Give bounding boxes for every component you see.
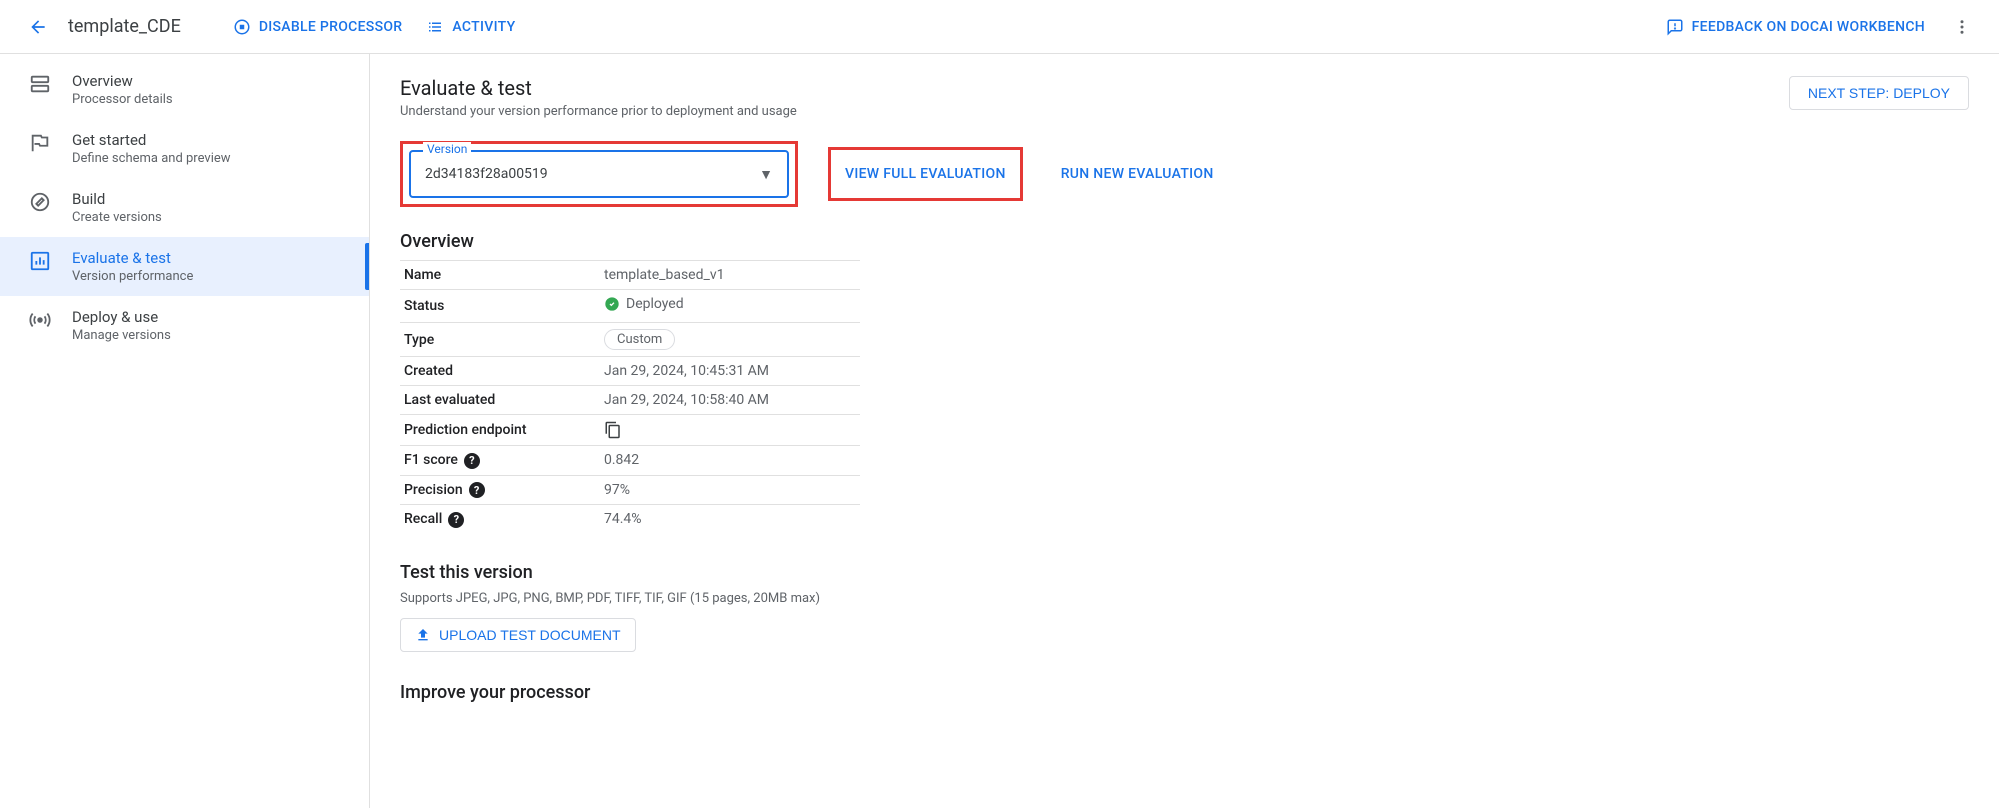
activity-button[interactable]: ACTIVITY — [414, 10, 527, 44]
sidebar-item-sub: Version performance — [72, 269, 193, 284]
version-highlight: Version 2d34183f28a00519 ▼ — [400, 141, 798, 207]
table-row: Recall? 74.4% — [400, 505, 860, 534]
next-step-button[interactable]: NEXT STEP: DEPLOY — [1789, 76, 1969, 110]
sidebar-item-sub: Define schema and preview — [72, 151, 231, 166]
broadcast-icon — [28, 308, 52, 332]
sidebar-item-build[interactable]: Build Create versions — [0, 178, 369, 237]
sidebar-item-label: Build — [72, 190, 162, 208]
more-menu-button[interactable] — [1945, 10, 1979, 44]
table-row: Precision? 97% — [400, 475, 860, 505]
sidebar-item-get-started[interactable]: Get started Define schema and preview — [0, 119, 369, 178]
sidebar-item-label: Overview — [72, 72, 173, 90]
processor-name: template_CDE — [68, 16, 181, 37]
table-row: TypeCustom — [400, 323, 860, 357]
main-content: Evaluate & test Understand your version … — [370, 54, 1999, 808]
sidebar-item-sub: Processor details — [72, 92, 173, 107]
sidebar-item-label: Evaluate & test — [72, 249, 193, 267]
sidebar-item-overview[interactable]: Overview Processor details — [0, 60, 369, 119]
upload-icon — [415, 627, 431, 643]
status-value: Deployed — [626, 296, 684, 312]
feedback-label: FEEDBACK ON DOCAI WORKBENCH — [1692, 19, 1925, 35]
help-icon[interactable]: ? — [469, 482, 485, 498]
table-row: Prediction endpoint — [400, 415, 860, 446]
wrench-icon — [28, 190, 52, 214]
test-subtitle: Supports JPEG, JPG, PNG, BMP, PDF, TIFF,… — [400, 591, 1969, 606]
table-row: Nametemplate_based_v1 — [400, 261, 860, 290]
created-label: Created — [400, 357, 600, 386]
name-value: template_based_v1 — [600, 261, 860, 290]
run-new-evaluation-button[interactable]: RUN NEW EVALUATION — [1053, 156, 1222, 192]
page-subtitle: Understand your version performance prio… — [400, 104, 797, 119]
last-eval-value: Jan 29, 2024, 10:58:40 AM — [600, 386, 860, 415]
page-title: Evaluate & test — [400, 76, 797, 100]
last-eval-label: Last evaluated — [400, 386, 600, 415]
disable-processor-button[interactable]: DISABLE PROCESSOR — [221, 10, 415, 44]
help-icon[interactable]: ? — [448, 512, 464, 528]
chart-icon — [28, 249, 52, 273]
sidebar-item-deploy[interactable]: Deploy & use Manage versions — [0, 296, 369, 355]
recall-value: 74.4% — [600, 505, 860, 534]
sidebar-item-evaluate[interactable]: Evaluate & test Version performance — [0, 237, 369, 296]
improve-heading: Improve your processor — [400, 682, 1969, 703]
recall-label: Recall — [404, 511, 442, 527]
app-header: template_CDE DISABLE PROCESSOR ACTIVITY … — [0, 0, 1999, 54]
table-row: F1 score? 0.842 — [400, 446, 860, 476]
activity-label: ACTIVITY — [452, 19, 515, 35]
sidebar: Overview Processor details Get started D… — [0, 54, 370, 808]
version-select[interactable]: Version 2d34183f28a00519 ▼ — [409, 150, 789, 198]
sidebar-item-label: Deploy & use — [72, 308, 171, 326]
overview-icon — [28, 72, 52, 96]
version-value: 2d34183f28a00519 — [425, 166, 759, 182]
help-icon[interactable]: ? — [464, 453, 480, 469]
back-button[interactable] — [20, 9, 56, 45]
status-label: Status — [400, 290, 600, 323]
table-row: CreatedJan 29, 2024, 10:45:31 AM — [400, 357, 860, 386]
name-label: Name — [400, 261, 600, 290]
precision-value: 97% — [600, 475, 860, 505]
type-chip: Custom — [604, 329, 675, 350]
version-field-label: Version — [423, 142, 471, 156]
feedback-button[interactable]: FEEDBACK ON DOCAI WORKBENCH — [1654, 10, 1937, 44]
test-heading: Test this version — [400, 562, 1969, 583]
f1-label: F1 score — [404, 452, 458, 468]
overview-table: Nametemplate_based_v1 Status Deployed Typ… — [400, 260, 860, 534]
check-circle-icon — [604, 296, 620, 312]
type-label: Type — [400, 323, 600, 357]
upload-label: UPLOAD TEST DOCUMENT — [439, 627, 621, 643]
sidebar-item-sub: Create versions — [72, 210, 162, 225]
sidebar-item-label: Get started — [72, 131, 231, 149]
f1-value: 0.842 — [600, 446, 860, 476]
sidebar-item-sub: Manage versions — [72, 328, 171, 343]
created-value: Jan 29, 2024, 10:45:31 AM — [600, 357, 860, 386]
precision-label: Precision — [404, 482, 463, 498]
upload-test-document-button[interactable]: UPLOAD TEST DOCUMENT — [400, 618, 636, 652]
overview-heading: Overview — [400, 231, 1969, 252]
table-row: Status Deployed — [400, 290, 860, 323]
table-row: Last evaluatedJan 29, 2024, 10:58:40 AM — [400, 386, 860, 415]
copy-icon[interactable] — [604, 421, 856, 439]
view-full-highlight: VIEW FULL EVALUATION — [828, 147, 1023, 201]
flag-icon — [28, 131, 52, 155]
endpoint-label: Prediction endpoint — [400, 415, 600, 446]
disable-label: DISABLE PROCESSOR — [259, 19, 403, 35]
view-full-evaluation-button[interactable]: VIEW FULL EVALUATION — [837, 156, 1014, 192]
chevron-down-icon: ▼ — [759, 166, 773, 183]
